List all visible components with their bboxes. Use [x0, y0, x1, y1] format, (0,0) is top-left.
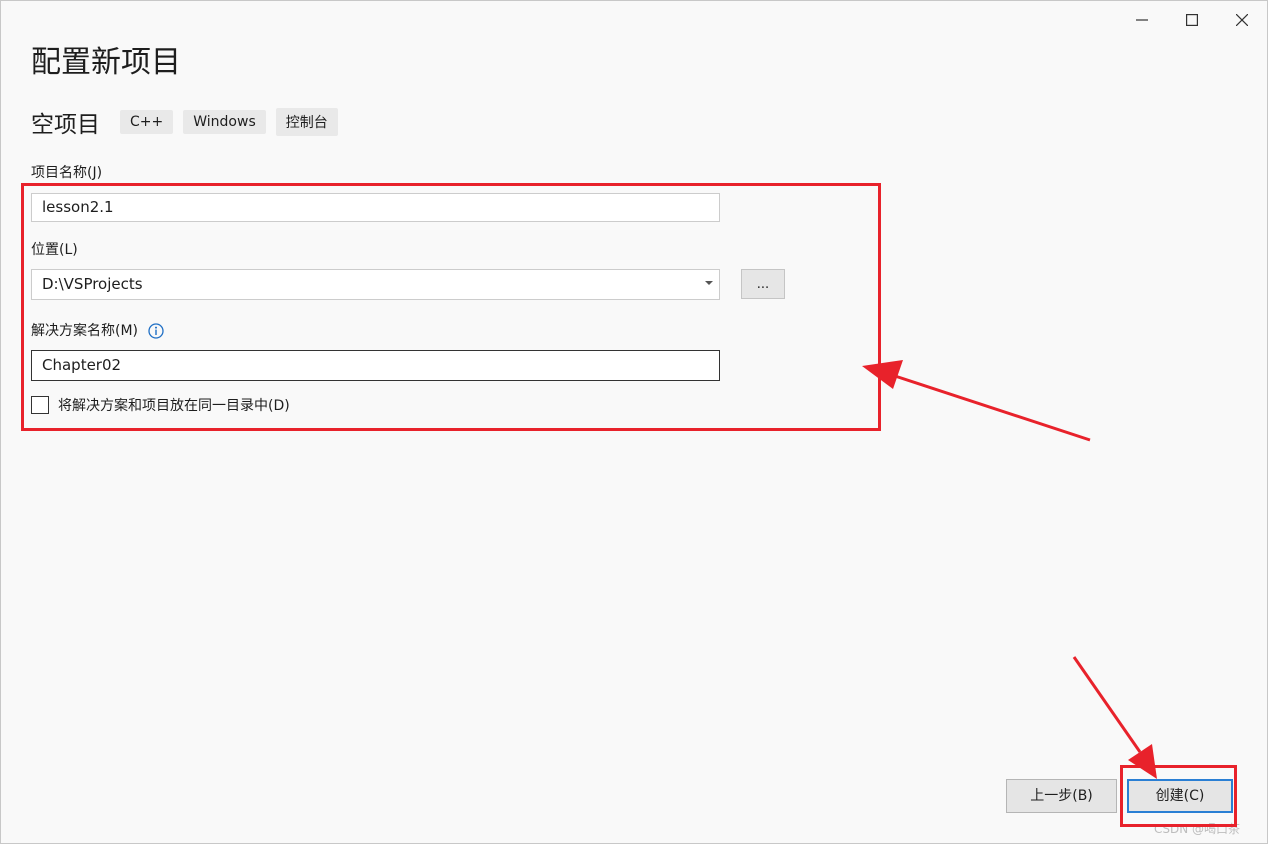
info-icon[interactable] — [148, 323, 165, 339]
template-name: 空项目 — [31, 112, 100, 138]
minimize-button[interactable] — [1117, 1, 1167, 39]
tag-language: C++ — [120, 110, 174, 134]
chevron-down-icon[interactable] — [705, 281, 713, 285]
tag-platform: Windows — [183, 110, 266, 134]
project-name-label: 项目名称(J) — [31, 165, 103, 181]
location-value: D:\VSProjects — [42, 275, 143, 293]
close-icon — [1236, 14, 1248, 26]
solution-name-label-row: 解决方案名称(M) — [31, 320, 165, 340]
template-header: 空项目 C++ Windows 控制台 — [31, 105, 348, 139]
minimize-icon — [1136, 19, 1148, 21]
same-directory-checkbox[interactable] — [31, 396, 49, 414]
same-directory-label: 将解决方案和项目放在同一目录中(D) — [58, 398, 290, 414]
back-button[interactable]: 上一步(B) — [1006, 779, 1117, 813]
window-controls — [1117, 1, 1267, 41]
page-title: 配置新项目 — [31, 45, 181, 80]
configure-project-dialog: 配置新项目 空项目 C++ Windows 控制台 项目名称(J) lesson… — [0, 0, 1268, 844]
location-label: 位置(L) — [31, 242, 78, 258]
maximize-icon — [1186, 14, 1198, 26]
project-name-input[interactable]: lesson2.1 — [31, 193, 720, 222]
solution-name-label: 解决方案名称(M) — [31, 323, 139, 339]
solution-name-input[interactable]: Chapter02 — [31, 350, 720, 381]
watermark: CSDN @喝口茶 — [1154, 822, 1241, 836]
close-button[interactable] — [1217, 1, 1267, 39]
browse-button[interactable]: ... — [741, 269, 785, 299]
location-combobox[interactable]: D:\VSProjects — [31, 269, 720, 300]
maximize-button[interactable] — [1167, 1, 1217, 39]
tag-project-type: 控制台 — [275, 108, 338, 136]
create-button[interactable]: 创建(C) — [1127, 779, 1233, 813]
same-directory-option[interactable]: 将解决方案和项目放在同一目录中(D) — [31, 395, 290, 415]
